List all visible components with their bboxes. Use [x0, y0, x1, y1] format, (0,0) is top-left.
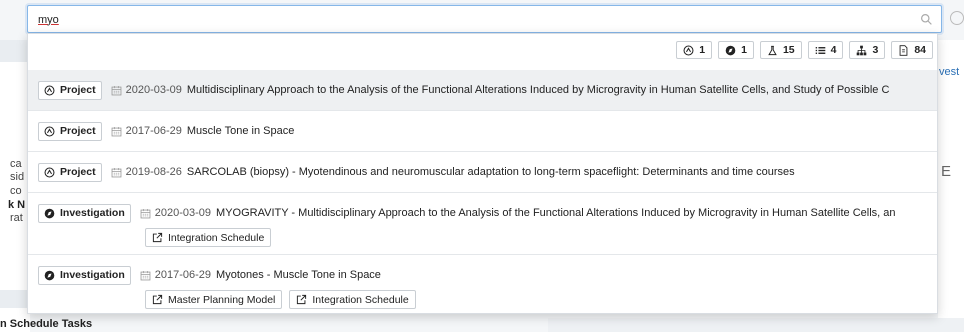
- background-right-panel: [938, 40, 964, 332]
- result-item[interactable]: Investigation 2017-06-29 Myotones - Musc…: [28, 255, 937, 313]
- result-date: 2017-06-29: [111, 125, 182, 137]
- result-date: 2020-03-09: [111, 84, 182, 96]
- external-link-icon: [152, 232, 163, 243]
- result-links: Integration Schedule: [145, 228, 929, 247]
- count-investigations[interactable]: 1: [718, 41, 754, 59]
- count-documents[interactable]: 84: [891, 41, 933, 59]
- master-planning-model-link[interactable]: Master Planning Model: [145, 290, 283, 309]
- result-item[interactable]: Project 2017-06-29 Muscle Tone in Space: [28, 111, 937, 152]
- result-date: 2017-06-29: [140, 269, 211, 281]
- investigation-icon: [44, 270, 55, 280]
- result-title: Multidisciplinary Approach to the Analys…: [186, 84, 890, 96]
- background-strip: [548, 318, 964, 332]
- list-icon: [815, 46, 825, 54]
- count-value: 1: [741, 44, 747, 56]
- results-list: Project 2020-03-09 Multidisciplinary App…: [28, 70, 937, 313]
- hierarchy-icon: [857, 45, 867, 55]
- link-label: Integration Schedule: [168, 231, 265, 244]
- external-link-icon: [297, 294, 307, 305]
- search-results-dropdown: 1 1 15 4 3 84 Project 2020-03-09 Multidi…: [27, 33, 938, 314]
- background-strip: [0, 40, 30, 62]
- result-counts: 1 1 15 4 3 84: [676, 41, 933, 59]
- search-box[interactable]: [27, 5, 942, 33]
- type-label: Project: [60, 84, 96, 96]
- type-badge: Project: [38, 121, 102, 141]
- type-badge: Investigation: [38, 203, 131, 223]
- project-icon: [44, 85, 55, 95]
- type-badge: Project: [38, 80, 102, 100]
- result-date: 2019-08-26: [111, 166, 182, 178]
- result-item[interactable]: Project 2020-03-09 Multidisciplinary App…: [28, 70, 937, 111]
- count-experiments[interactable]: 15: [759, 41, 802, 59]
- date-text: 2020-03-09: [154, 207, 212, 219]
- date-text: 2019-08-26: [125, 166, 182, 178]
- result-date: 2020-03-09: [140, 207, 211, 219]
- result-title: Myotones - Muscle Tone in Space: [216, 269, 381, 281]
- type-label: Project: [60, 166, 96, 178]
- link-label: Integration Schedule: [312, 293, 409, 306]
- count-value: 4: [830, 44, 837, 56]
- count-lists[interactable]: 4: [807, 41, 844, 59]
- type-label: Investigation: [60, 269, 125, 281]
- date-text: 2017-06-29: [154, 269, 212, 281]
- date-text: 2017-06-29: [125, 125, 182, 137]
- integration-schedule-link[interactable]: Integration Schedule: [145, 228, 272, 247]
- count-value: 3: [872, 44, 879, 56]
- result-title: SARCOLAB (biopsy) - Myotendinous and neu…: [186, 166, 795, 178]
- search-input[interactable]: [38, 11, 898, 28]
- background-text: E: [941, 163, 952, 180]
- integration-schedule-link[interactable]: Integration Schedule: [289, 290, 416, 309]
- calendar-icon: [111, 126, 121, 136]
- count-hierarchies[interactable]: 3: [849, 41, 886, 59]
- count-value: 15: [782, 44, 795, 56]
- flask-icon: [768, 45, 777, 55]
- calendar-icon: [111, 167, 121, 177]
- type-badge: Project: [38, 162, 102, 182]
- result-title: Muscle Tone in Space: [186, 125, 295, 137]
- count-value: 1: [699, 44, 706, 56]
- calendar-icon: [111, 85, 121, 95]
- type-label: Investigation: [60, 207, 125, 219]
- type-badge: Investigation: [38, 265, 131, 285]
- calendar-icon: [140, 270, 151, 280]
- type-label: Project: [60, 125, 96, 137]
- project-icon: [683, 45, 694, 55]
- background-heading: n Schedule Tasks: [0, 318, 93, 330]
- external-link-icon: [152, 294, 163, 305]
- calendar-icon: [140, 208, 151, 218]
- count-projects[interactable]: 1: [676, 41, 713, 59]
- link-label: Master Planning Model: [168, 293, 276, 306]
- project-icon: [44, 167, 55, 177]
- background-strip: [0, 290, 30, 308]
- search-icon[interactable]: [920, 13, 933, 26]
- result-links: Master Planning Model Integration Schedu…: [145, 290, 929, 309]
- date-text: 2020-03-09: [125, 84, 182, 96]
- investigation-icon: [44, 208, 55, 218]
- result-item[interactable]: Project 2019-08-26 SARCOLAB (biopsy) - M…: [28, 152, 937, 193]
- investigation-icon: [725, 45, 736, 55]
- circle-icon: [950, 11, 964, 25]
- result-title: MYOGRAVITY - Multidisciplinary Approach …: [216, 207, 896, 219]
- project-icon: [44, 126, 55, 136]
- background-text: vest: [939, 66, 960, 78]
- document-icon: [899, 44, 908, 56]
- result-item[interactable]: Investigation 2020-03-09 MYOGRAVITY - Mu…: [28, 193, 937, 255]
- count-value: 84: [914, 44, 926, 56]
